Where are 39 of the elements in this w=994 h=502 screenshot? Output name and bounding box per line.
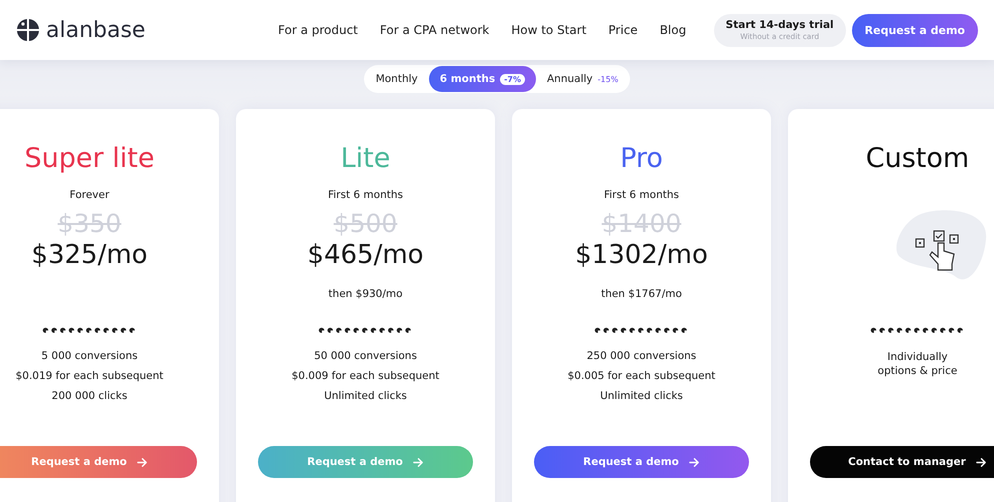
later-price: then $930/mo [328,288,403,300]
plan-period: Forever [70,189,110,201]
nav-link[interactable]: For a product [278,23,358,37]
plan-name: Lite [340,143,390,176]
arrow-icon [976,456,987,468]
plan-feature: 50 000 conversions [314,350,417,362]
plan-price: $1302/mo [575,240,708,270]
plan-feature: $0.009 for each subsequent [292,370,440,382]
plan-feature: $0.019 for each subsequent [16,370,164,382]
plan-name: Super lite [24,143,154,176]
plan-feature: Unlimited clicks [324,390,407,402]
logo-icon [16,18,40,42]
plan-feature: Unlimited clicks [600,390,683,402]
nav-link[interactable]: Blog [660,23,686,37]
nav-link[interactable]: How to Start [511,23,586,37]
arrow-icon [136,456,148,468]
plan-name: Pro [620,143,663,176]
plan-feature: Individually options & price [876,350,958,378]
plan-feature: 5 000 conversions [41,350,138,362]
brand-name: alanbase [46,18,146,42]
nav-link[interactable]: For a CPA network [380,23,490,37]
plan-feature: 200 000 clicks [52,390,128,402]
plan-button[interactable]: Contact to manager [810,446,994,478]
plan-feature: 250 000 conversions [586,350,696,362]
arrow-icon [412,456,424,468]
plan-price: $465/mo [307,240,424,270]
plan-feature: $0.005 for each subsequent [568,370,716,382]
billing-tab[interactable]: 6 months -7% [428,66,536,92]
plan-price: $325/mo [31,240,148,270]
plan-name: Custom [866,143,970,176]
nav-link[interactable]: Price [608,23,638,37]
plan-period: First 6 months [604,189,679,201]
billing-tab[interactable]: Monthly [364,66,429,92]
plan-button[interactable]: Request a demo [534,446,749,478]
plan-period: First 6 months [328,189,403,201]
later-price: then $1767/mo [601,288,682,300]
billing-tab[interactable]: Annually -15% [536,66,630,92]
request-demo-button[interactable]: Request a demo [852,14,978,46]
arrow-icon [688,456,700,468]
